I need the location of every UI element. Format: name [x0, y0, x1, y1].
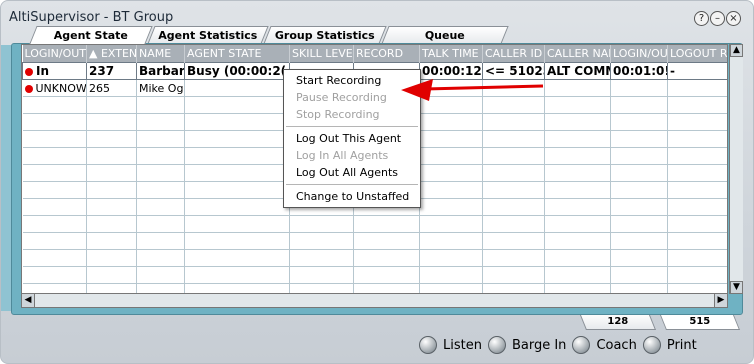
tab-agent-state[interactable]: Agent State [29, 26, 153, 44]
menu-change-to-unstaffed[interactable]: Change to Unstaffed [284, 188, 420, 205]
scroll-up-icon[interactable]: ▲ [730, 44, 743, 57]
window-controls: ? – × [694, 11, 741, 26]
col-logout-reason[interactable]: LOGOUT REA [667, 45, 727, 63]
arrow-icon [401, 79, 544, 101]
col-login-out[interactable]: LOGIN/OUT [22, 45, 87, 63]
status-dot-icon [24, 84, 33, 93]
window-title: AltiSupervisor - BT Group [9, 10, 174, 25]
menu-log-out-this-agent[interactable]: Log Out This Agent [284, 130, 420, 147]
tab-queue[interactable]: Queue [381, 26, 509, 44]
col-talk-time[interactable]: TALK TIME [419, 45, 483, 63]
coach-button[interactable]: Coach [572, 336, 637, 354]
col-skill-level[interactable]: SKILL LEVEL [289, 45, 354, 63]
menu-start-recording[interactable]: Start Recording [284, 72, 420, 89]
col-agent-state[interactable]: AGENT STATE [184, 45, 290, 63]
col-record[interactable]: RECORD [353, 45, 420, 63]
menu-log-in-all-agents: Log In All Agents [296, 149, 389, 162]
print-button[interactable]: Print [642, 336, 697, 354]
minimize-icon[interactable]: – [710, 11, 725, 26]
menu-pause-recording: Pause Recording [296, 91, 387, 104]
scroll-right-icon[interactable]: ▶ [714, 294, 727, 307]
col-name[interactable]: NAME [136, 45, 185, 63]
vertical-scrollbar[interactable]: ▲ ▼ [729, 44, 743, 294]
scroll-down-icon[interactable]: ▼ [730, 281, 743, 294]
menu-separator [286, 126, 418, 127]
tab-group-515[interactable]: 515 [659, 315, 741, 330]
col-extension[interactable]: ▲ EXTEN [86, 45, 137, 63]
close-icon[interactable]: × [726, 11, 741, 26]
tab-agent-statistics[interactable]: Agent Statistics [147, 26, 269, 44]
radio-icon [572, 336, 591, 354]
left-rail [1, 45, 11, 311]
tab-group-statistics[interactable]: Group Statistics [263, 26, 387, 44]
table-row [22, 215, 727, 233]
col-caller-name[interactable]: CALLER NAME [544, 45, 611, 63]
radio-icon [487, 336, 506, 354]
menu-separator [286, 184, 418, 185]
tab-group-128[interactable]: 128 [579, 315, 657, 330]
radio-icon [419, 336, 437, 354]
help-icon[interactable]: ? [694, 11, 709, 26]
radio-icon [642, 336, 661, 354]
listen-button[interactable]: Listen [419, 336, 482, 354]
table-row [22, 249, 727, 267]
table-row [22, 266, 727, 284]
action-bar: Listen Barge In Coach Print [419, 336, 703, 354]
horizontal-scrollbar[interactable]: ◀ ▶ [21, 293, 728, 308]
app-window: AltiSupervisor - BT Group ? – × Agent St… [0, 0, 754, 364]
table-header: LOGIN/OUT ▲ EXTEN NAME AGENT STATE SKILL… [22, 45, 727, 63]
barge-in-button[interactable]: Barge In [487, 336, 566, 354]
col-caller-id[interactable]: CALLER ID [482, 45, 545, 63]
table-row [22, 232, 727, 250]
menu-log-out-all-agents[interactable]: Log Out All Agents [284, 164, 420, 181]
menu-stop-recording: Stop Recording [296, 108, 380, 121]
status-dot-icon [25, 67, 33, 76]
scroll-left-icon[interactable]: ◀ [22, 294, 35, 307]
col-login-out-time[interactable]: LOGIN/OU [610, 45, 668, 63]
